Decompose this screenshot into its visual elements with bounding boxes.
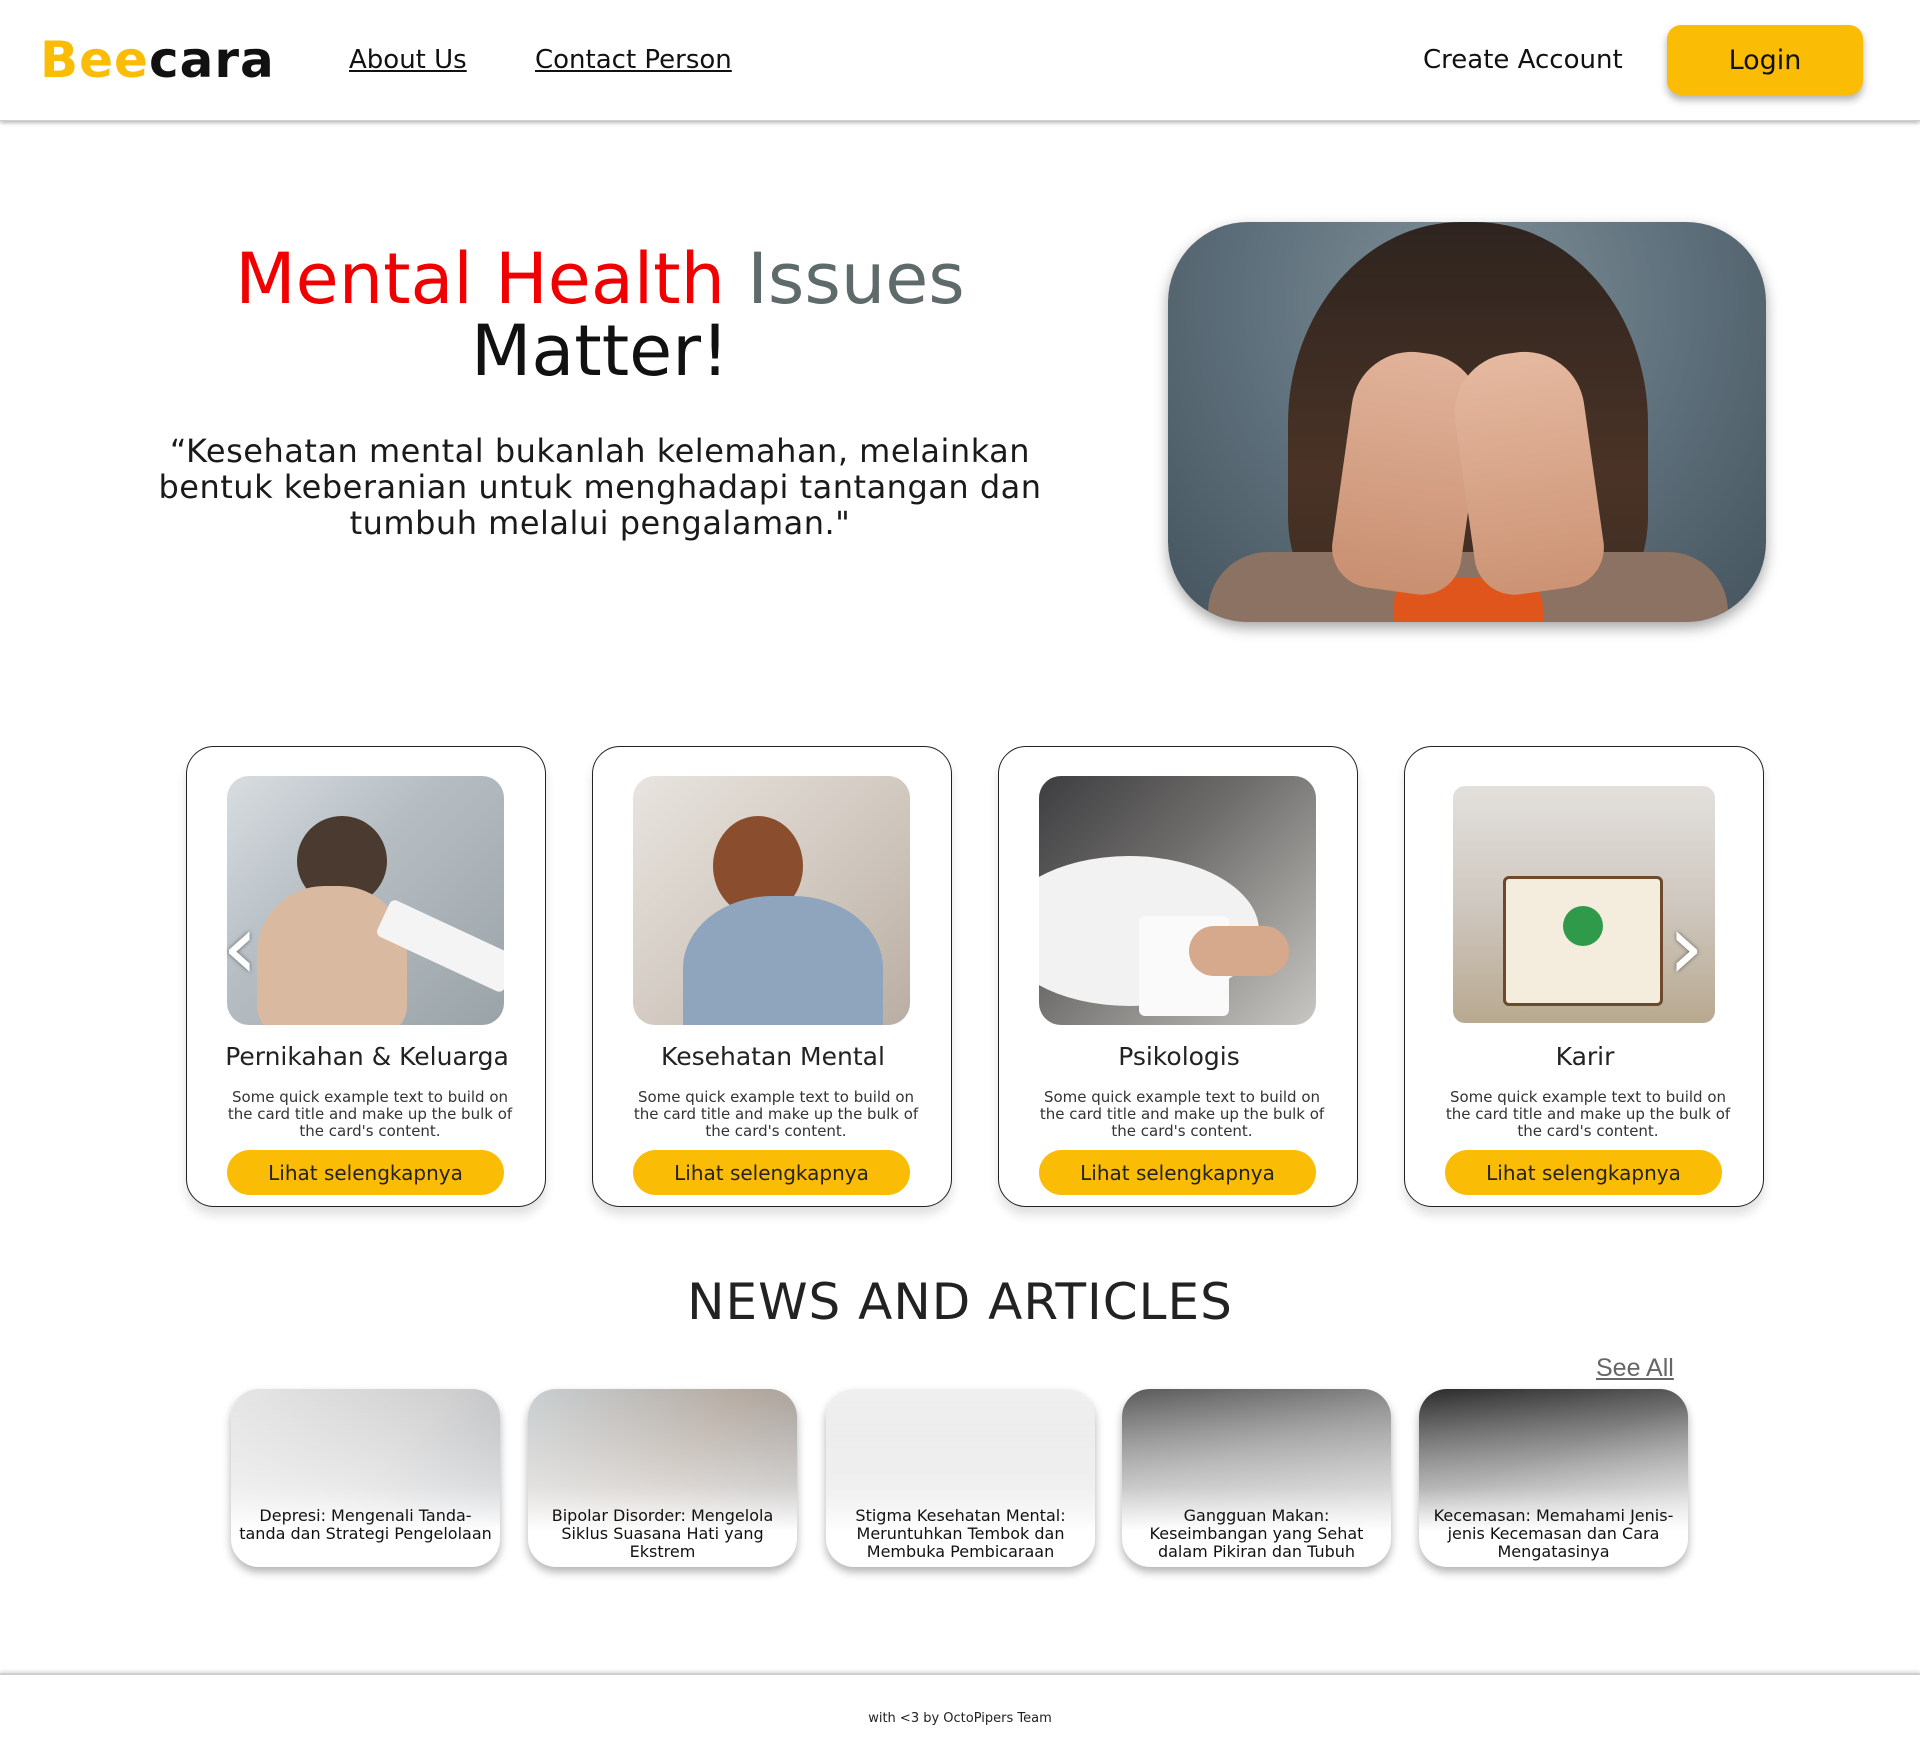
category-text: Some quick example text to build on the … [227, 1088, 513, 1140]
news-title: Stigma Kesehatan Mental: Meruntuhkan Tem… [855, 1506, 1066, 1561]
category-image-kesehatan-mental [633, 776, 910, 1025]
category-more-button[interactable]: Lihat selengkapnya [1445, 1150, 1722, 1195]
nav-contact-person[interactable]: Contact Person [535, 44, 732, 76]
figure-body [683, 896, 883, 1025]
create-account-link[interactable]: Create Account [1423, 44, 1623, 76]
hero-quote: “Kesehatan mental bukanlah kelemahan, me… [158, 432, 1042, 542]
category-text: Some quick example text to build on the … [1039, 1088, 1325, 1140]
news-card[interactable]: Gangguan Makan: Keseimbangan yang Sehat … [1122, 1389, 1391, 1567]
hero-title: Mental Health Issues Matter! [150, 243, 1050, 387]
news-heading: NEWS AND ARTICLES [687, 1273, 1233, 1331]
hero-title-matter: Matter! [470, 310, 730, 392]
see-all-link[interactable]: See All [1596, 1352, 1674, 1384]
logo[interactable]: Beecara [40, 28, 275, 92]
category-more-button[interactable]: Lihat selengkapnya [227, 1150, 504, 1195]
category-title: Psikologis [1118, 1042, 1240, 1071]
hero-title-issues: Issues [747, 238, 965, 320]
category-image-pernikahan [227, 776, 504, 1025]
login-button[interactable]: Login [1667, 25, 1863, 95]
news-title: Kecemasan: Memahami Jenis-jenis Kecemasa… [1433, 1506, 1674, 1561]
hero-image [1168, 222, 1766, 622]
news-title: Gangguan Makan: Keseimbangan yang Sehat … [1149, 1506, 1364, 1561]
category-title: Pernikahan & Keluarga [225, 1042, 509, 1071]
chevron-right-icon[interactable]: › [1668, 903, 1704, 993]
figure-hand [1189, 926, 1289, 976]
category-card-kesehatan-mental: Kesehatan Mental Some quick example text… [592, 746, 952, 1207]
hero-title-mental-health: Mental Health [235, 238, 725, 320]
navbar: Beecara About Us Contact Person Create A… [0, 0, 1920, 121]
news-card[interactable]: Bipolar Disorder: Mengelola Siklus Suasa… [528, 1389, 797, 1567]
category-card-karir: Karir Some quick example text to build o… [1404, 746, 1764, 1207]
figure-body [257, 886, 407, 1025]
category-text: Some quick example text to build on the … [633, 1088, 919, 1140]
footer-text: with <3 by OctoPipers Team [868, 1711, 1052, 1726]
chevron-left-icon[interactable]: ‹ [222, 903, 258, 993]
category-image-psikologis [1039, 776, 1316, 1025]
news-title: Bipolar Disorder: Mengelola Siklus Suasa… [551, 1506, 774, 1561]
logo-bee: Bee [40, 31, 149, 89]
category-more-button[interactable]: Lihat selengkapnya [1039, 1150, 1316, 1195]
figure-doodle [1563, 906, 1603, 946]
nav-about-us[interactable]: About Us [349, 44, 467, 76]
footer: with <3 by OctoPipers Team [0, 1673, 1920, 1762]
category-card-psikologis: Psikologis Some quick example text to bu… [998, 746, 1358, 1207]
category-title: Kesehatan Mental [661, 1042, 885, 1071]
news-card[interactable]: Stigma Kesehatan Mental: Meruntuhkan Tem… [826, 1389, 1095, 1567]
news-title: Depresi: Mengenali Tanda-tanda dan Strat… [239, 1506, 492, 1543]
news-card[interactable]: Depresi: Mengenali Tanda-tanda dan Strat… [231, 1389, 500, 1567]
logo-cara: cara [148, 31, 275, 89]
news-card[interactable]: Kecemasan: Memahami Jenis-jenis Kecemasa… [1419, 1389, 1688, 1567]
category-more-button[interactable]: Lihat selengkapnya [633, 1150, 910, 1195]
category-text: Some quick example text to build on the … [1445, 1088, 1731, 1140]
category-title: Karir [1555, 1042, 1615, 1071]
